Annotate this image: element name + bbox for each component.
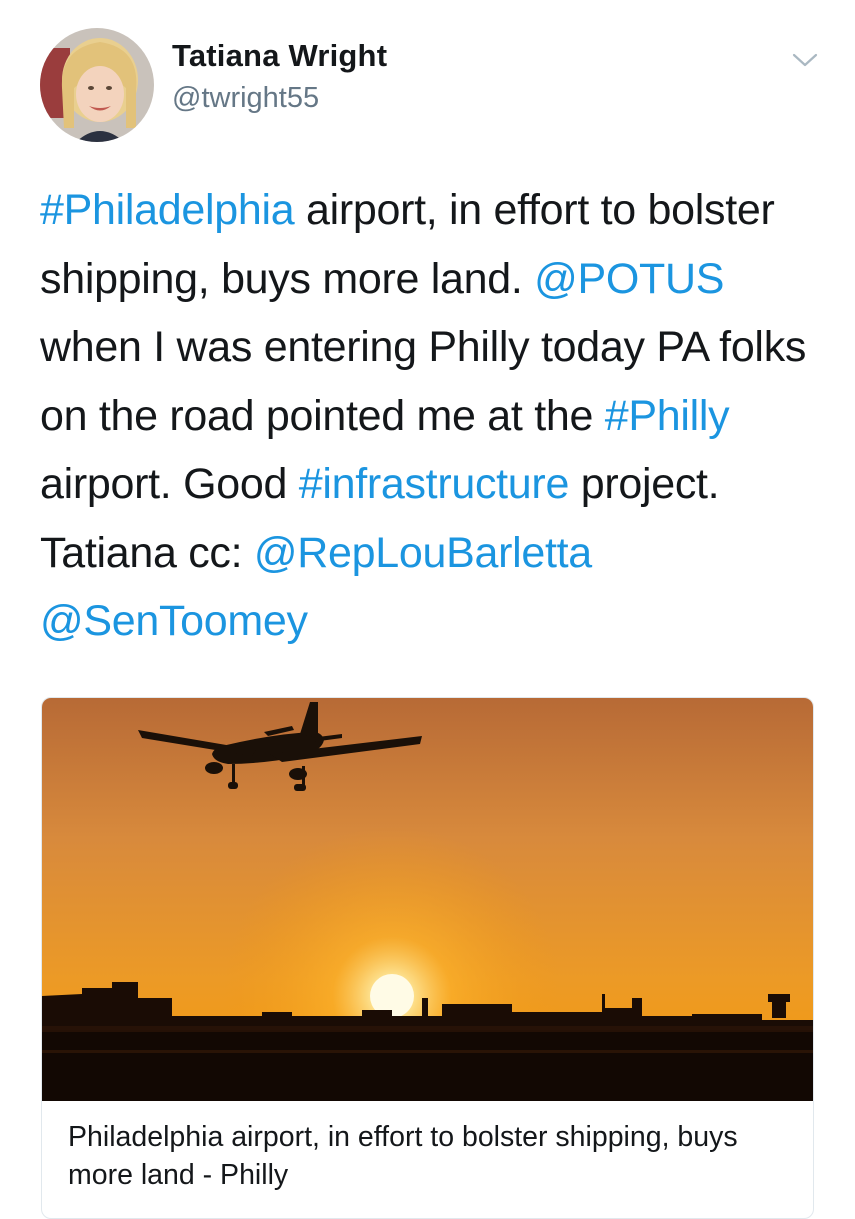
avatar[interactable] bbox=[40, 28, 154, 142]
mention-replou-barletta[interactable]: @RepLouBarletta bbox=[254, 529, 592, 577]
author-name[interactable]: Tatiana Wright bbox=[172, 38, 387, 74]
hashtag-philadelphia[interactable]: #Philadelphia bbox=[40, 186, 295, 234]
mention-sen-toomey[interactable]: @SenToomey bbox=[40, 597, 308, 645]
mention-potus[interactable]: @POTUS bbox=[534, 255, 724, 303]
link-card[interactable]: Philadelphia airport, in effort to bolst… bbox=[41, 697, 814, 1219]
card-caption: Philadelphia airport, in effort to bolst… bbox=[68, 1121, 738, 1191]
tweet-text: #Philadelphia airport, in effort to bols… bbox=[40, 176, 830, 656]
hashtag-infrastructure[interactable]: #infrastructure bbox=[299, 460, 570, 508]
chevron-down-icon[interactable] bbox=[790, 50, 820, 70]
avatar-image bbox=[40, 28, 154, 142]
hashtag-philly[interactable]: #Philly bbox=[605, 392, 730, 440]
author-handle[interactable]: @twright55 bbox=[172, 82, 319, 115]
card-image bbox=[42, 698, 813, 1101]
tweet-text-segment: airport. Good bbox=[40, 460, 299, 508]
